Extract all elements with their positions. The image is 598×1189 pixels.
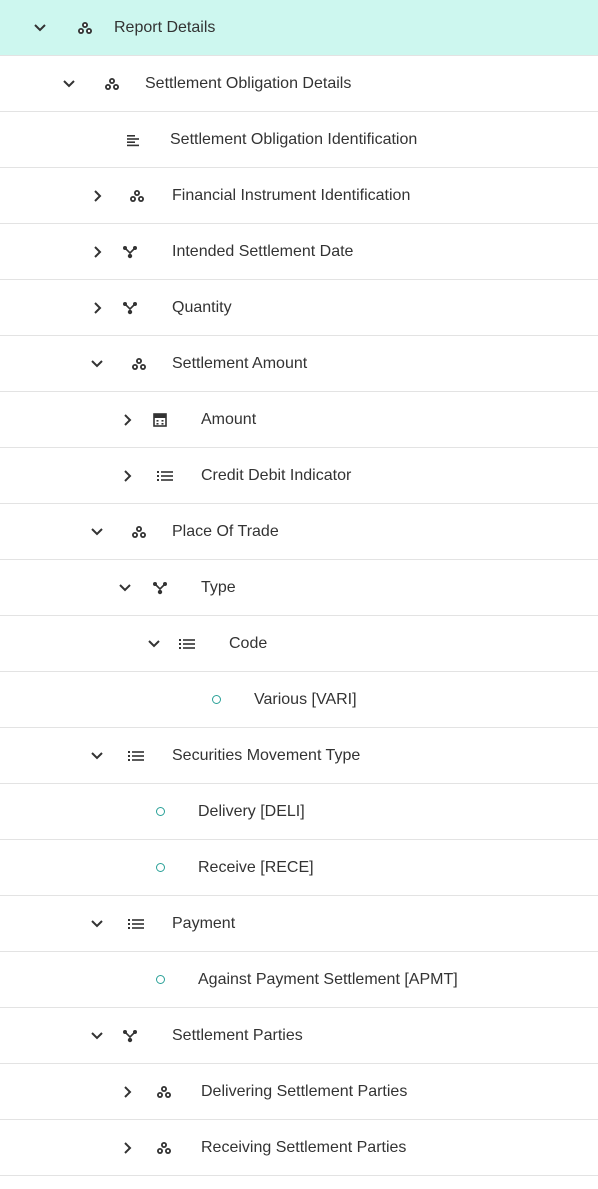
tree-node-receive[interactable]: Receive [RECE] xyxy=(0,840,598,896)
tree-node-settlement-parties[interactable]: Settlement Parties xyxy=(0,1008,598,1064)
tree-node-label: Quantity xyxy=(172,298,232,316)
group-icon xyxy=(129,188,145,204)
chevron-down-icon[interactable] xyxy=(62,77,76,91)
chevron-right-icon[interactable] xyxy=(121,469,135,483)
tree-node-amount[interactable]: Amount xyxy=(0,392,598,448)
group-icon xyxy=(104,76,120,92)
tree-node-place-of-trade[interactable]: Place Of Trade xyxy=(0,504,598,560)
tree-node-financial-instrument-identification[interactable]: Financial Instrument Identification xyxy=(0,168,598,224)
tree-node-label: Credit Debit Indicator xyxy=(201,466,352,484)
chevron-down-icon[interactable] xyxy=(90,525,104,539)
tree-node-label: Delivering Settlement Parties xyxy=(201,1082,408,1100)
tree-node-label: Various [VARI] xyxy=(254,690,357,708)
chevron-right-icon[interactable] xyxy=(121,1085,135,1099)
group-icon xyxy=(131,356,147,372)
tree-node-label: Financial Instrument Identification xyxy=(172,186,411,204)
list-icon xyxy=(157,468,173,484)
tree-node-label: Payment xyxy=(172,914,236,932)
list-icon xyxy=(128,916,144,932)
chevron-down-icon[interactable] xyxy=(90,749,104,763)
tree-node-settlement-obligation-details[interactable]: Settlement Obligation Details xyxy=(0,56,598,112)
choice-icon xyxy=(122,1028,138,1044)
chevron-right-icon[interactable] xyxy=(91,245,105,259)
group-icon xyxy=(131,524,147,540)
group-icon xyxy=(156,1084,172,1100)
tree-node-label: Securities Movement Type xyxy=(172,746,361,764)
chevron-down-icon[interactable] xyxy=(90,917,104,931)
value-icon xyxy=(152,972,168,988)
tree-node-label: Settlement Obligation Identification xyxy=(170,130,418,148)
tree-node-label: Receive [RECE] xyxy=(198,858,314,876)
message-tree: Report Details Settlement Obligation Deta… xyxy=(0,0,598,1176)
tree-node-credit-debit-indicator[interactable]: Credit Debit Indicator xyxy=(0,448,598,504)
choice-icon xyxy=(122,244,138,260)
value-icon xyxy=(152,860,168,876)
group-icon xyxy=(156,1140,172,1156)
tree-node-label: Report Details xyxy=(114,18,216,36)
tree-node-label: Intended Settlement Date xyxy=(172,242,354,260)
tree-node-label: Settlement Amount xyxy=(172,354,308,372)
chevron-right-icon[interactable] xyxy=(91,189,105,203)
choice-icon xyxy=(122,300,138,316)
tree-node-type[interactable]: Type xyxy=(0,560,598,616)
list-icon xyxy=(128,748,144,764)
chevron-right-icon[interactable] xyxy=(121,413,135,427)
tree-node-delivering-settlement-parties[interactable]: Delivering Settlement Parties xyxy=(0,1064,598,1120)
tree-node-label: Code xyxy=(229,634,268,652)
chevron-right-icon[interactable] xyxy=(91,301,105,315)
tree-node-label: Against Payment Settlement [APMT] xyxy=(198,970,458,988)
tree-node-label: Delivery [DELI] xyxy=(198,802,305,820)
tree-node-payment[interactable]: Payment xyxy=(0,896,598,952)
tree-node-label: Type xyxy=(201,578,236,596)
tree-node-intended-settlement-date[interactable]: Intended Settlement Date xyxy=(0,224,598,280)
value-icon xyxy=(208,692,224,708)
chevron-down-icon[interactable] xyxy=(90,1029,104,1043)
tree-node-label: Settlement Obligation Details xyxy=(145,74,352,92)
chevron-right-icon[interactable] xyxy=(121,1141,135,1155)
tree-node-quantity[interactable]: Quantity xyxy=(0,280,598,336)
list-icon xyxy=(179,636,195,652)
tree-node-settlement-obligation-identification[interactable]: Settlement Obligation Identification xyxy=(0,112,598,168)
tree-node-code[interactable]: Code xyxy=(0,616,598,672)
chevron-down-icon[interactable] xyxy=(147,637,161,651)
tree-node-receiving-settlement-parties[interactable]: Receiving Settlement Parties xyxy=(0,1120,598,1176)
value-icon xyxy=(152,804,168,820)
tree-node-settlement-amount[interactable]: Settlement Amount xyxy=(0,336,598,392)
tree-node-securities-movement-type[interactable]: Securities Movement Type xyxy=(0,728,598,784)
calculator-icon xyxy=(152,412,168,428)
tree-node-label: Settlement Parties xyxy=(172,1026,303,1044)
tree-node-various[interactable]: Various [VARI] xyxy=(0,672,598,728)
text-field-icon xyxy=(125,132,141,148)
tree-node-report-details[interactable]: Report Details xyxy=(0,0,598,56)
chevron-down-icon[interactable] xyxy=(90,357,104,371)
tree-node-against-payment-settlement[interactable]: Against Payment Settlement [APMT] xyxy=(0,952,598,1008)
tree-node-label: Place Of Trade xyxy=(172,522,279,540)
choice-icon xyxy=(152,580,168,596)
chevron-down-icon[interactable] xyxy=(118,581,132,595)
tree-node-delivery[interactable]: Delivery [DELI] xyxy=(0,784,598,840)
tree-node-label: Receiving Settlement Parties xyxy=(201,1138,407,1156)
tree-node-label: Amount xyxy=(201,410,257,428)
group-icon xyxy=(77,20,93,36)
chevron-down-icon[interactable] xyxy=(33,21,47,35)
